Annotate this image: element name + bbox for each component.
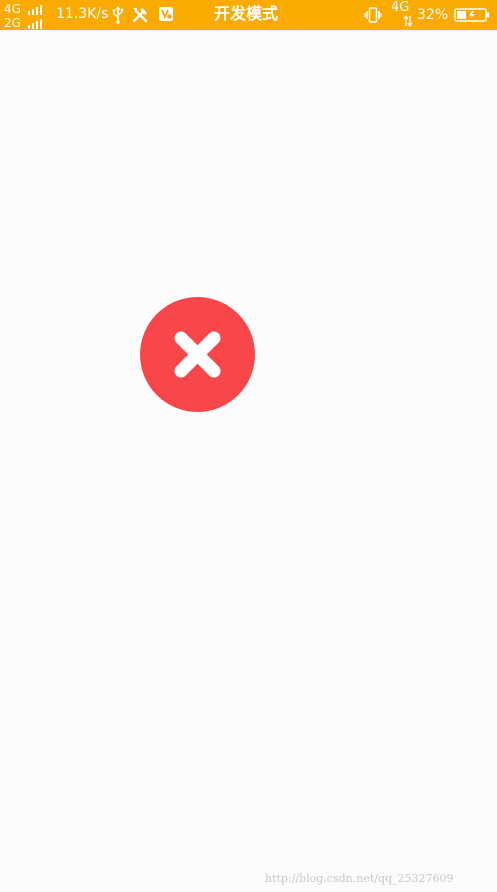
network-speed: 11.3K/s [56, 6, 109, 22]
signal-bars-icon [28, 18, 42, 29]
network-indicator: 4G 2G [4, 1, 50, 29]
network-type-primary: 4G [4, 2, 21, 16]
vibrate-icon [364, 7, 382, 23]
app-notification-icon [159, 7, 173, 21]
watermark: http://blog.csdn.net/qq_25327609 [265, 872, 454, 885]
tools-icon [132, 8, 148, 23]
data-activity-icon [403, 15, 413, 27]
battery-icon [454, 8, 489, 22]
network-type-right: 4G [391, 0, 410, 15]
usb-icon [112, 6, 124, 24]
status-title: 开发模式 [213, 4, 278, 23]
error-icon-badge [140, 297, 255, 412]
network-type-secondary: 2G [4, 16, 21, 30]
close-icon [174, 331, 221, 378]
battery-percentage: 32% [417, 7, 449, 23]
status-bar: 4G 2G 11.3K/s 开发模式 4G 32% [0, 0, 497, 30]
signal-bars-icon [28, 4, 42, 15]
